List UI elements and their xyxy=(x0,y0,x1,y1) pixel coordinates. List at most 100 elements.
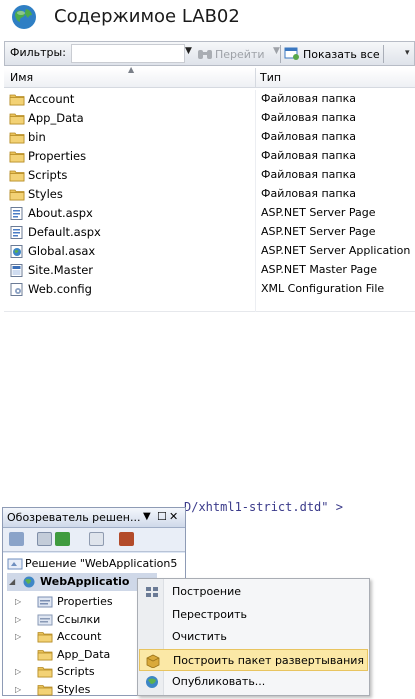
file-type: ASP.NET Server Application xyxy=(261,244,411,257)
build-icon xyxy=(144,585,160,599)
file-list-row[interactable]: App_Data Файловая папка xyxy=(4,109,415,128)
show-all-label: Показать все xyxy=(303,47,380,61)
file-list-row[interactable]: Default.aspx ASP.NET Server Page xyxy=(4,223,415,242)
file-list-row[interactable]: Scripts Файловая папка xyxy=(4,166,415,185)
asax-app-icon xyxy=(9,245,25,258)
tree-item-label: Account xyxy=(57,630,102,643)
panel-menu-arrow-icon[interactable]: ▼ xyxy=(143,511,151,522)
file-list-row[interactable]: Styles Файловая папка xyxy=(4,185,415,204)
package-icon xyxy=(145,654,161,668)
view-class-diagram-icon[interactable] xyxy=(89,532,104,546)
binoculars-icon xyxy=(198,50,212,59)
toolbar-overflow-icon[interactable]: ▾ xyxy=(405,48,410,58)
file-name: Scripts xyxy=(28,168,68,182)
context-menu-item-label: Опубликовать... xyxy=(172,675,266,688)
page-title: Содержимое LAB02 xyxy=(54,6,240,27)
filter-label: Фильтры: xyxy=(10,46,66,59)
tree-item-label: Scripts xyxy=(57,665,95,678)
file-list-row[interactable]: bin Файловая папка xyxy=(4,128,415,147)
expand-arrow-icon[interactable]: ▷ xyxy=(15,667,21,676)
panel-float-icon[interactable]: ☐ xyxy=(157,510,167,523)
file-name: App_Data xyxy=(28,111,84,125)
solution-icon xyxy=(7,558,23,570)
copy-website-icon[interactable] xyxy=(119,532,134,546)
master-page-icon xyxy=(9,264,25,277)
visual-studio-area: D/xhtml1-strict.dtd" > Обозреватель реше… xyxy=(0,497,415,696)
expand-arrow-icon[interactable]: ▷ xyxy=(15,685,21,694)
config-file-icon xyxy=(9,283,25,296)
file-list-row[interactable]: Account Файловая папка xyxy=(4,90,415,109)
context-menu-item-label: Построить пакет развертывания xyxy=(173,653,365,667)
solution-explorer-header: Обозреватель решен... ▼ ☐ ✕ xyxy=(3,508,185,528)
context-menu: Построение Перестроить Очистить Построить п… xyxy=(137,578,370,696)
folder-icon xyxy=(37,649,53,661)
expand-arrow-icon[interactable]: ▷ xyxy=(15,632,21,641)
folder-icon xyxy=(9,93,25,106)
close-icon[interactable]: ✕ xyxy=(169,510,178,523)
collapse-arrow-icon[interactable]: ◢ xyxy=(9,577,15,586)
folder-icon xyxy=(9,150,25,163)
go-dropdown-arrow-icon[interactable]: ▼ xyxy=(273,46,280,56)
context-menu-item[interactable]: Опубликовать... xyxy=(139,671,368,693)
filter-input[interactable] xyxy=(71,44,185,63)
filter-toolbar: Фильтры: ▼ Перейти ▼ Показать все ▾ xyxy=(4,41,415,66)
expand-arrow-icon[interactable]: ▷ xyxy=(15,597,21,606)
context-menu-item-label: Очистить xyxy=(172,630,227,643)
file-type: ASP.NET Master Page xyxy=(261,263,378,276)
context-menu-item-label: Построение xyxy=(172,585,242,598)
file-name: About.aspx xyxy=(28,206,93,220)
globe-icon xyxy=(12,5,36,29)
context-menu-item[interactable]: Построение xyxy=(139,581,368,603)
properties-icon[interactable] xyxy=(9,532,24,546)
content-view-header: Содержимое LAB02 xyxy=(0,0,415,38)
tree-item-label: Styles xyxy=(57,682,91,696)
context-menu-item[interactable]: Построить пакет развертывания xyxy=(139,648,368,671)
file-list-row[interactable]: Web.config XML Configuration File xyxy=(4,280,415,299)
file-name: Styles xyxy=(28,187,63,201)
go-button[interactable]: Перейти xyxy=(197,45,265,63)
tree-project-label: WebApplicatio xyxy=(40,575,130,588)
column-divider[interactable] xyxy=(255,68,256,88)
file-name: Default.aspx xyxy=(28,225,101,239)
file-name: Site.Master xyxy=(28,263,94,277)
tree-project-node[interactable]: ◢ WebApplicatio xyxy=(7,573,157,591)
folder-icon xyxy=(37,666,53,678)
sort-ascending-icon: ▲ xyxy=(128,65,135,74)
file-name: bin xyxy=(28,130,46,144)
show-all-icon xyxy=(284,47,299,60)
file-list-row[interactable]: Properties Файловая папка xyxy=(4,147,415,166)
folder-icon xyxy=(9,188,25,201)
file-type: Файловая папка xyxy=(261,92,356,105)
expand-arrow-icon[interactable]: ▷ xyxy=(15,615,21,624)
file-type: ASP.NET Server Page xyxy=(261,225,376,238)
file-list-row[interactable]: Global.asax ASP.NET Server Application xyxy=(4,242,415,261)
tree-item-label: Ссылки xyxy=(57,612,101,626)
solution-explorer-title: Обозреватель решен... xyxy=(7,511,141,524)
file-name: Account xyxy=(28,92,75,106)
show-all-files-icon[interactable] xyxy=(37,532,52,546)
file-type: XML Configuration File xyxy=(261,282,385,295)
context-menu-item[interactable]: Очистить xyxy=(139,626,368,648)
column-header: ▲ Имя Тип xyxy=(4,65,415,88)
show-all-button[interactable]: Показать все xyxy=(284,45,380,63)
context-menu-item[interactable]: Перестроить xyxy=(139,604,368,626)
folder-icon xyxy=(9,112,25,125)
toolbar-separator xyxy=(383,45,384,63)
file-list-row[interactable]: About.aspx ASP.NET Server Page xyxy=(4,204,415,223)
filter-dropdown-arrow-icon[interactable]: ▼ xyxy=(185,46,192,56)
file-type: ASP.NET Server Page xyxy=(261,206,376,219)
folder-icon xyxy=(9,169,25,182)
references-icon xyxy=(37,614,53,626)
column-name-header[interactable]: Имя xyxy=(10,71,33,84)
folder-icon xyxy=(37,684,53,696)
column-type-header[interactable]: Тип xyxy=(260,71,281,84)
web-project-icon xyxy=(23,576,35,588)
file-type: Файловая папка xyxy=(261,130,356,143)
file-type: Файловая папка xyxy=(261,187,356,200)
tree-item-label: Properties xyxy=(57,595,113,608)
file-list-row[interactable]: Site.Master ASP.NET Master Page xyxy=(4,261,415,280)
solution-explorer-toolbar xyxy=(3,528,185,552)
refresh-icon[interactable] xyxy=(55,532,70,546)
tree-solution-label: Решение "WebApplication5 xyxy=(25,557,178,570)
file-name: Properties xyxy=(28,149,87,163)
